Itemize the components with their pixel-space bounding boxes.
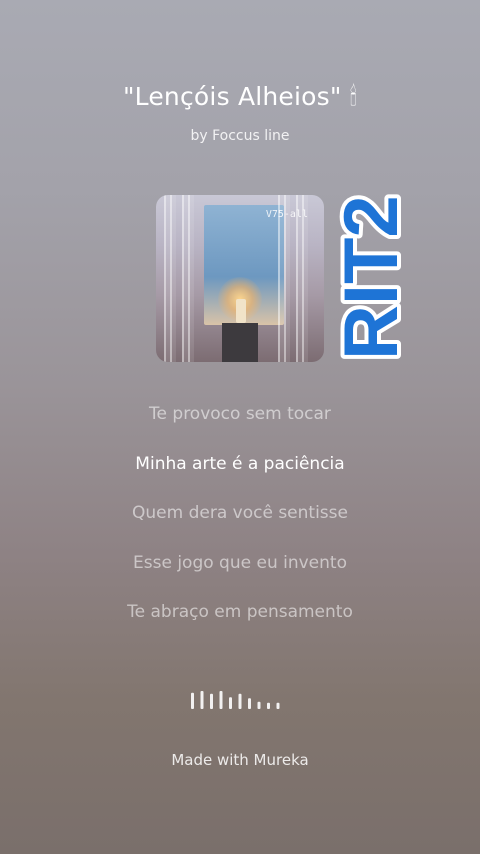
rit2-sticker: RIT2 — [333, 191, 409, 362]
candle-stand — [222, 323, 258, 362]
lyric-line: Te provoco sem tocar — [149, 404, 331, 424]
player-screen: "Lençóis Alheios" 🕯 by Foccus line V75-a… — [0, 0, 480, 854]
waveform-bar — [238, 693, 242, 709]
sticker-text: RIT2 — [333, 195, 409, 360]
waveform-bar — [229, 697, 232, 709]
waveform-bar — [210, 693, 213, 709]
waveform-bar — [200, 691, 204, 709]
lyric-line: Te abraço em pensamento — [127, 602, 353, 622]
candle-icon — [236, 299, 246, 323]
lyric-line: Esse jogo que eu invento — [133, 552, 347, 573]
waveform-bar — [267, 702, 270, 709]
made-with-footer: Made with Mureka — [171, 751, 309, 769]
waveform-bar — [257, 701, 261, 709]
waveform-bar — [191, 692, 194, 709]
album-cover: V75-all — [156, 195, 324, 362]
audio-waveform-icon — [191, 691, 280, 709]
waveform-bar — [276, 702, 280, 709]
waveform-bar — [219, 691, 223, 709]
lyric-line: Quem dera você sentisse — [132, 503, 348, 523]
lyric-line-active: Minha arte é a paciência — [135, 453, 345, 474]
song-title: "Lençóis Alheios" 🕯 — [122, 82, 358, 111]
waveform-bar — [248, 698, 251, 709]
song-artist: by Foccus line — [190, 128, 290, 144]
cover-watermark: V75-all — [265, 209, 308, 220]
